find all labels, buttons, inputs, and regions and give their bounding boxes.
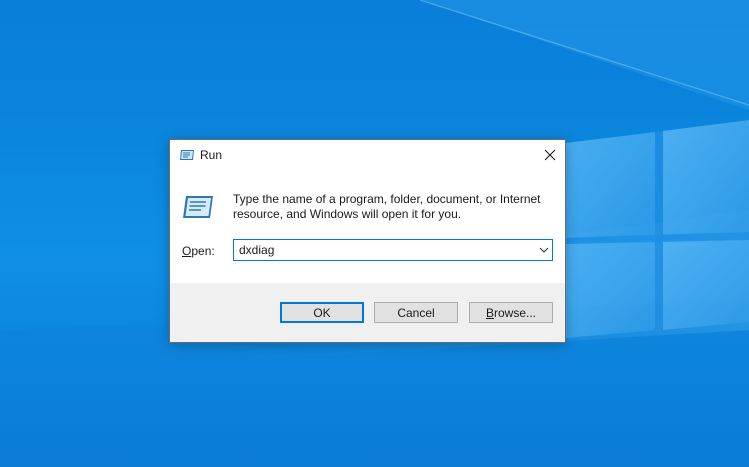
open-label: Open: — [182, 244, 215, 258]
button-bar: OK Cancel Browse... — [170, 283, 565, 342]
dialog-description: Type the name of a program, folder, docu… — [233, 192, 541, 221]
desktop: Run Type the name of a program, folder, … — [0, 0, 749, 467]
dialog-title: Run — [200, 148, 223, 162]
run-large-icon — [183, 196, 213, 218]
open-label-mnemonic: O — [182, 244, 192, 258]
chevron-down-icon[interactable] — [538, 244, 550, 256]
run-icon — [180, 150, 194, 160]
browse-label: rowse... — [494, 305, 537, 320]
close-icon — [544, 149, 556, 161]
open-combobox[interactable] — [233, 239, 553, 261]
browse-mnemonic: B — [485, 305, 494, 320]
close-button[interactable] — [535, 140, 565, 170]
title-bar[interactable]: Run — [170, 140, 565, 170]
run-dialog: Run Type the name of a program, folder, … — [169, 139, 566, 343]
open-input[interactable] — [234, 240, 530, 260]
open-label-text: pen: — [191, 244, 215, 258]
browse-button[interactable]: Browse... — [469, 302, 553, 323]
ok-button[interactable]: OK — [280, 302, 364, 323]
cancel-button[interactable]: Cancel — [374, 302, 458, 323]
